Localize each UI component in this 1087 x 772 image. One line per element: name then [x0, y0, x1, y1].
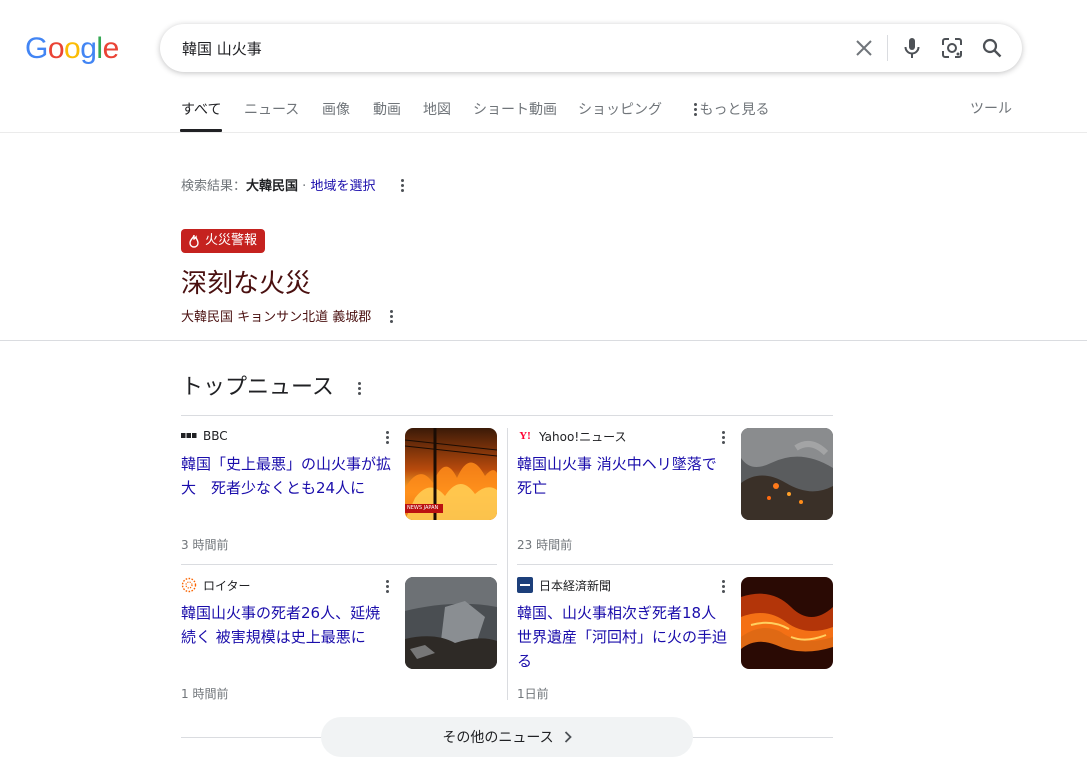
google-logo[interactable]: Google — [25, 32, 119, 66]
card-more-icon[interactable] — [715, 578, 731, 594]
more-news-button[interactable]: その他のニュース — [321, 717, 693, 757]
flame-icon — [189, 234, 199, 248]
thumb-caption: NEWS JAPAN — [407, 505, 439, 511]
news-time: 1日前 — [517, 687, 549, 701]
tabs-divider — [0, 132, 1087, 133]
region-separator: · — [302, 179, 307, 194]
lens-icon[interactable] — [940, 36, 964, 60]
card-more-icon[interactable] — [715, 429, 731, 445]
news-row-divider — [181, 564, 497, 565]
region-country: 大韓民国 — [246, 179, 299, 194]
news-headline[interactable]: 韓国山火事の死者26人、延焼続く 被害規模は史上最悪に — [181, 601, 393, 649]
tab-maps[interactable]: 地図 — [423, 98, 451, 132]
search-input[interactable]: 韓国 山火事 — [182, 38, 262, 59]
logo-letter: e — [102, 32, 120, 65]
region-more-icon[interactable] — [394, 177, 410, 193]
more-news-label: その他のニュース — [442, 730, 554, 746]
tab-images[interactable]: 画像 — [322, 98, 350, 132]
news-source: BBC — [181, 428, 228, 444]
tab-more-label: もっと見る — [699, 102, 770, 118]
top-news-more-icon[interactable] — [351, 380, 367, 396]
tab-short-videos[interactable]: ショート動画 — [473, 98, 557, 132]
tab-news[interactable]: ニュース — [244, 98, 299, 132]
news-card[interactable]: BBC 韓国「史上最悪」の山火事が拡大 死者少なくとも24人に 3 時間前 NE… — [181, 428, 497, 564]
yahoo-logo-icon: Y! — [519, 430, 531, 442]
card-more-icon[interactable] — [379, 429, 395, 445]
tab-videos[interactable]: 動画 — [373, 98, 401, 132]
news-source: 日本経済新聞 — [517, 577, 611, 593]
search-divider — [887, 35, 888, 61]
news-time: 1 時間前 — [181, 687, 229, 701]
logo-letter: g — [80, 32, 97, 65]
news-headline[interactable]: 韓国山火事 消火中ヘリ墜落で死亡 — [517, 452, 729, 500]
bbc-logo-icon — [181, 428, 197, 444]
alert-location: 大韓民国 キョンサン北道 義城郡 — [181, 305, 399, 325]
news-source-name: ロイター — [203, 578, 251, 593]
news-thumbnail[interactable]: NEWS JAPAN — [405, 428, 497, 520]
top-news-title: トップニュース — [181, 375, 334, 400]
reuters-logo-icon — [181, 577, 197, 593]
news-card[interactable]: Y! Yahoo!ニュース 韓国山火事 消火中ヘリ墜落で死亡 23 時間前 — [517, 428, 833, 564]
alert-location-label: 大韓民国 キョンサン北道 義城郡 — [181, 310, 372, 325]
news-headline[interactable]: 韓国、山火事相次ぎ死者18人 世界遺産「河回村」に火の手迫る — [517, 601, 729, 673]
region-prefix: 検索結果： — [181, 179, 247, 194]
news-row-divider — [517, 564, 833, 565]
news-card[interactable]: 日本経済新聞 韓国、山火事相次ぎ死者18人 世界遺産「河回村」に火の手迫る 1日… — [517, 577, 833, 713]
news-headline[interactable]: 韓国「史上最悪」の山火事が拡大 死者少なくとも24人に — [181, 452, 393, 500]
logo-letter: o — [47, 32, 65, 65]
region-line: 検索結果：大韓民国 · 地域を選択 — [181, 174, 410, 194]
news-thumbnail[interactable] — [405, 577, 497, 669]
tools-button[interactable]: ツール — [970, 98, 1012, 118]
change-region-link[interactable]: 地域を選択 — [310, 179, 375, 194]
alert-badge-label: 火災警報 — [205, 233, 258, 248]
top-news-heading: トップニュース — [181, 369, 367, 401]
alert-title: 深刻な火災 — [181, 269, 312, 299]
alert-divider — [0, 340, 1087, 341]
close-icon[interactable] — [852, 36, 876, 60]
news-source: Y! Yahoo!ニュース — [517, 428, 627, 444]
news-thumbnail[interactable] — [741, 428, 833, 520]
nikkei-logo-icon — [517, 577, 533, 593]
news-column-divider — [507, 428, 508, 700]
alert-more-icon[interactable] — [383, 308, 399, 324]
search-icon[interactable] — [980, 36, 1004, 60]
chevron-right-icon — [564, 731, 572, 743]
mic-icon[interactable] — [900, 36, 924, 60]
news-source-name: Yahoo!ニュース — [539, 429, 627, 444]
tab-all[interactable]: すべて — [179, 98, 223, 132]
search-box[interactable]: 韓国 山火事 — [160, 24, 1022, 72]
tab-more[interactable]: もっと見る — [687, 98, 769, 132]
fire-alert-badge: 火災警報 — [181, 229, 266, 253]
card-more-icon[interactable] — [379, 578, 395, 594]
news-source-name: BBC — [203, 429, 228, 443]
news-time: 23 時間前 — [517, 538, 573, 552]
more-vert-icon — [687, 101, 697, 117]
news-card[interactable]: ロイター 韓国山火事の死者26人、延焼続く 被害規模は史上最悪に 1 時間前 — [181, 577, 497, 713]
logo-letter: o — [64, 32, 81, 65]
tab-shopping[interactable]: ショッピング — [578, 98, 662, 132]
news-source: ロイター — [181, 577, 251, 593]
news-time: 3 時間前 — [181, 538, 229, 552]
news-source-name: 日本経済新聞 — [539, 578, 612, 593]
news-thumbnail[interactable] — [741, 577, 833, 669]
news-grid-divider — [181, 415, 833, 416]
logo-letter: G — [25, 32, 48, 65]
